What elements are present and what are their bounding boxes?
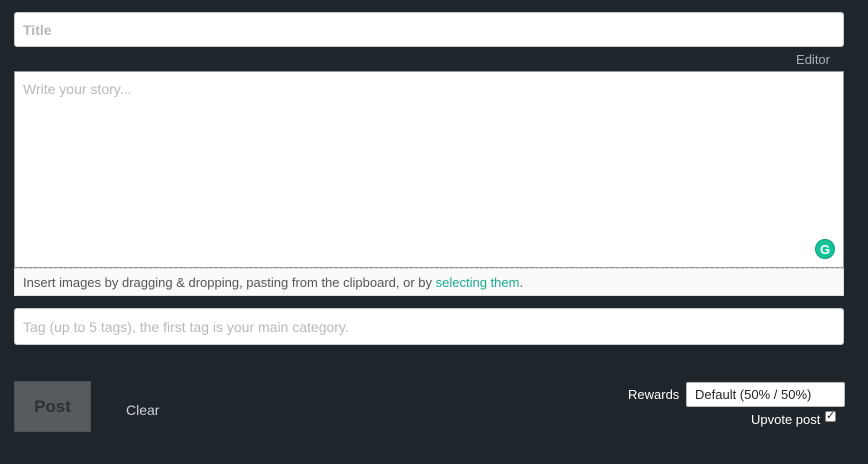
clear-button[interactable]: Clear — [126, 402, 159, 418]
story-editor: G — [14, 71, 844, 268]
title-input[interactable] — [14, 12, 844, 47]
upvote-post-label: Upvote post — [751, 412, 821, 427]
editor-toggle-link[interactable]: Editor — [796, 52, 830, 67]
rewards-select[interactable]: Default (50% / 50%) — [686, 382, 845, 407]
checkmark-icon: ✓ — [826, 410, 836, 422]
upload-hint-text: Insert images by dragging & dropping, pa… — [23, 275, 436, 290]
grammarly-icon[interactable]: G — [815, 239, 835, 259]
submit-post-form: Editor G Insert images by dragging & dro… — [0, 0, 868, 464]
story-textarea[interactable] — [15, 72, 843, 267]
upvote-post-checkbox[interactable]: ✓ — [825, 410, 836, 422]
image-upload-hint: Insert images by dragging & dropping, pa… — [14, 268, 844, 296]
upload-hint-suffix: . — [519, 275, 524, 290]
post-button[interactable]: Post — [14, 381, 91, 432]
select-images-link[interactable]: selecting them — [436, 275, 520, 290]
tags-input[interactable] — [14, 308, 844, 345]
rewards-label: Rewards — [628, 387, 680, 402]
